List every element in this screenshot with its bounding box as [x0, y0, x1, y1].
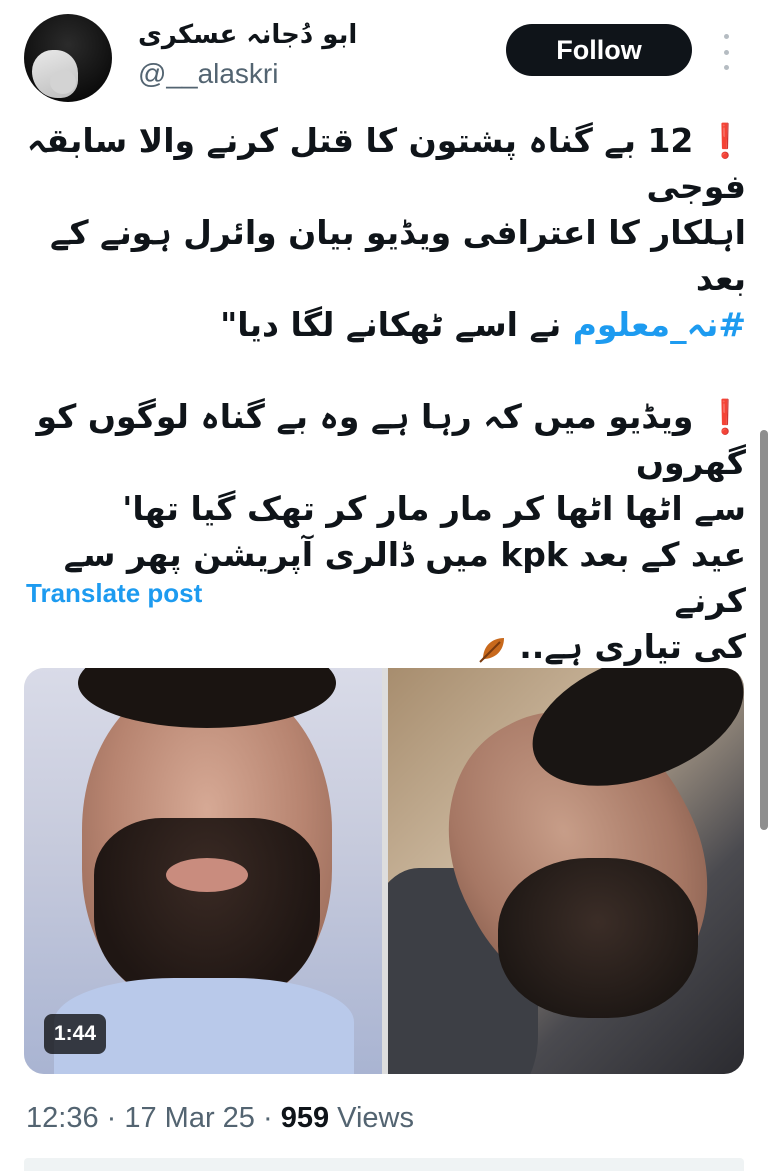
text-line: ❗ ویڈیو میں کہ رہا ہے وہ بے گناہ لوگوں ک…: [20, 394, 746, 486]
text-segment: نے اسے ٹھکانے لگا دیا": [220, 305, 573, 344]
scrollbar-thumb[interactable]: [760, 430, 768, 830]
photo-man-lying[interactable]: [388, 668, 744, 1074]
separator: ·: [254, 1102, 281, 1134]
media-grid: 1:44: [24, 668, 744, 1074]
views-label: Views: [329, 1102, 414, 1134]
separator: ·: [98, 1102, 125, 1134]
post-time[interactable]: 12:36: [26, 1102, 99, 1134]
text-line: #نہ_معلوم نے اسے ٹھکانے لگا دیا": [20, 302, 746, 348]
fallen-leaf-icon: [478, 637, 504, 663]
mouth-shape: [166, 858, 248, 892]
views-count: 959: [280, 1102, 330, 1134]
red-exclamation-icon: ❗: [704, 121, 746, 160]
author-display-name[interactable]: ابو دُجانہ عسکری: [138, 20, 357, 50]
translate-post-link[interactable]: Translate post: [26, 578, 202, 609]
more-dot: [723, 49, 729, 55]
post-header: ابو دُجانہ عسکری @__alaskri Follow: [0, 0, 768, 110]
text-line: ❗ 12 بے گناہ پشتون کا قتل کرنے والا سابق…: [20, 118, 746, 210]
red-exclamation-icon: ❗: [704, 397, 746, 436]
post-metadata: 12:36 · 17 Mar 25 · 959 Views: [26, 1102, 414, 1135]
video-duration-badge: 1:44: [44, 1014, 107, 1054]
text-line: اہلکار کا اعترافی ویڈیو بیان وائرل ہونے …: [50, 213, 746, 298]
follow-button[interactable]: Follow: [506, 24, 692, 76]
text-line: کی تیاری ہے..: [20, 624, 746, 670]
more-options-icon[interactable]: [714, 34, 738, 70]
hashtag-link[interactable]: #نہ_معلوم: [573, 305, 746, 344]
more-dot: [723, 65, 729, 70]
author-avatar[interactable]: [24, 14, 112, 102]
text-line: سے اٹھا اٹھا کر مار مار کر تھک گیا تھا': [122, 489, 746, 528]
bottom-divider: [24, 1158, 744, 1171]
text-segment: ویڈیو میں کہ رہا ہے وہ بے گناہ لوگوں کو …: [36, 397, 746, 482]
beard-shape: [498, 858, 698, 1018]
author-handle[interactable]: @__alaskri: [138, 58, 278, 90]
post-date[interactable]: 17 Mar 25: [124, 1102, 255, 1134]
video-thumbnail-man[interactable]: 1:44: [24, 668, 382, 1074]
avatar-detail: [50, 70, 76, 94]
more-dot: [723, 34, 729, 39]
text-segment: کی تیاری ہے..: [519, 627, 746, 666]
text-segment: 12 بے گناہ پشتون کا قتل کرنے والا سابقہ …: [26, 121, 746, 206]
